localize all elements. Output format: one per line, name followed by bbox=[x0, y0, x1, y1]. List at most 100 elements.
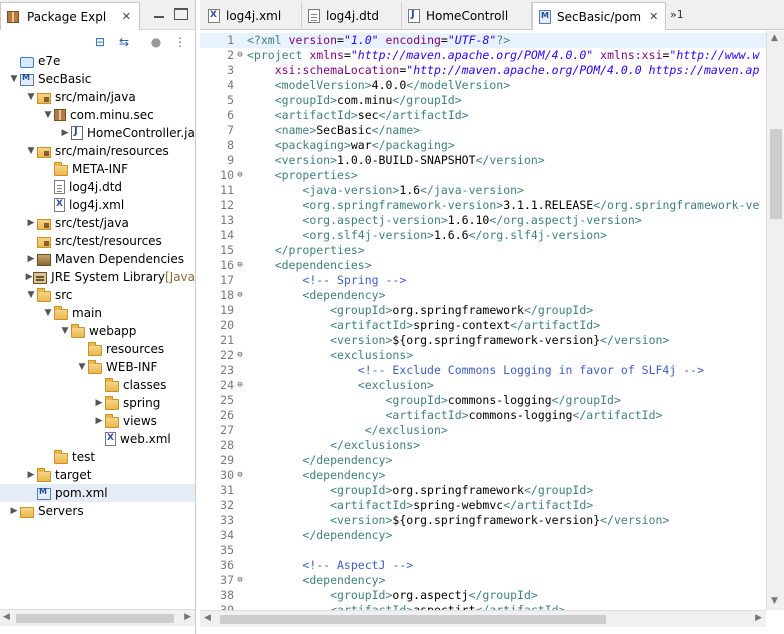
code-line[interactable]: 5 <groupId>com.minu</groupId> bbox=[200, 93, 766, 108]
expand-arrow-icon[interactable]: ▶ bbox=[25, 250, 37, 268]
tree-item[interactable]: ▶ views bbox=[0, 412, 195, 430]
code-line[interactable]: 33 <version>${org.springframework-versio… bbox=[200, 513, 766, 528]
fold-toggle-icon[interactable]: ⊖ bbox=[234, 288, 246, 303]
code-line[interactable]: 38 <groupId>org.aspectj</groupId> bbox=[200, 588, 766, 603]
tree-item[interactable]: ▼ src/main/resources bbox=[0, 142, 195, 160]
scroll-right-icon[interactable]: ▶ bbox=[755, 613, 762, 623]
code-line[interactable]: 12 <org.springframework-version>3.1.1.RE… bbox=[200, 198, 766, 213]
tree-item[interactable]: pom.xml bbox=[0, 484, 195, 502]
code-line[interactable]: 3 xsi:schemaLocation="http://maven.apach… bbox=[200, 63, 766, 78]
code-line[interactable]: 35 bbox=[200, 543, 766, 558]
code-line[interactable]: 37 ⊖ <dependency> bbox=[200, 573, 766, 588]
code-line[interactable]: 15 </properties> bbox=[200, 243, 766, 258]
expand-arrow-icon[interactable]: ▶ bbox=[8, 502, 20, 520]
editor-tab[interactable]: log4j.dtd bbox=[302, 2, 402, 30]
code-line[interactable]: 18 ⊖ <dependency> bbox=[200, 288, 766, 303]
fold-toggle-icon[interactable]: ⊖ bbox=[234, 378, 246, 393]
tree-item[interactable]: e7e bbox=[0, 52, 195, 70]
code-line[interactable]: 34 </dependency> bbox=[200, 528, 766, 543]
tree-item[interactable]: ▼ src/main/java bbox=[0, 88, 195, 106]
tree-item[interactable]: ▼ main bbox=[0, 304, 195, 322]
scrollbar-thumb[interactable] bbox=[770, 129, 782, 219]
code-line[interactable]: 39 <artifactId>aspectjrt</artifactId> bbox=[200, 603, 766, 610]
code-line[interactable]: 4 <modelVersion>4.0.0</modelVersion> bbox=[200, 78, 766, 93]
scroll-left-icon[interactable]: ◀ bbox=[3, 612, 10, 622]
explorer-horizontal-scrollbar[interactable]: ◀ ▶ bbox=[0, 609, 195, 626]
fold-toggle-icon[interactable]: ⊖ bbox=[234, 48, 246, 63]
tree-item[interactable]: META-INF bbox=[0, 160, 195, 178]
code-line[interactable]: 22 ⊖ <exclusions> bbox=[200, 348, 766, 363]
code-line[interactable]: 17 <!-- Spring --> bbox=[200, 273, 766, 288]
scroll-up-icon[interactable]: ▲ bbox=[771, 33, 778, 43]
collapse-all-icon[interactable]: ⊟ bbox=[92, 35, 108, 49]
link-with-editor-icon[interactable]: ⇆ bbox=[116, 35, 132, 49]
tree-item[interactable]: ▶ Servers bbox=[0, 502, 195, 520]
code-line[interactable]: 9 <version>1.0.0-BUILD-SNAPSHOT</version… bbox=[200, 153, 766, 168]
tree-item[interactable]: ▼ SecBasic bbox=[0, 70, 195, 88]
tree-item[interactable]: classes bbox=[0, 376, 195, 394]
code-line[interactable]: 23 <!-- Exclude Commons Logging in favor… bbox=[200, 363, 766, 378]
code-line[interactable]: 28 </exclusions> bbox=[200, 438, 766, 453]
code-line[interactable]: 16 ⊖ <dependencies> bbox=[200, 258, 766, 273]
close-icon[interactable]: ✕ bbox=[649, 10, 658, 23]
filter-icon[interactable]: ● bbox=[148, 35, 164, 49]
more-tabs-indicator[interactable]: »1 bbox=[670, 8, 684, 21]
scroll-left-icon[interactable]: ◀ bbox=[204, 613, 211, 623]
fold-toggle-icon[interactable]: ⊖ bbox=[234, 348, 246, 363]
tree-item[interactable]: ▶ spring bbox=[0, 394, 195, 412]
view-menu-icon[interactable]: ⋮ bbox=[172, 35, 188, 49]
tree-item[interactable]: ▶ src/test/java bbox=[0, 214, 195, 232]
scroll-right-icon[interactable]: ▶ bbox=[184, 612, 191, 622]
tree-item[interactable]: resources bbox=[0, 340, 195, 358]
scrollbar-thumb[interactable] bbox=[16, 614, 174, 623]
code-line[interactable]: 27 </exclusion> bbox=[200, 423, 766, 438]
code-line[interactable]: 25 <groupId>commons-logging</groupId> bbox=[200, 393, 766, 408]
collapse-arrow-icon[interactable]: ▼ bbox=[8, 70, 20, 88]
code-line[interactable]: 29 </dependency> bbox=[200, 453, 766, 468]
expand-arrow-icon[interactable]: ▶ bbox=[59, 124, 71, 142]
code-line[interactable]: 13 <org.aspectj-version>1.6.10</org.aspe… bbox=[200, 213, 766, 228]
code-line[interactable]: 31 <groupId>org.springframework</groupId… bbox=[200, 483, 766, 498]
code-line[interactable]: 26 <artifactId>commons-logging</artifact… bbox=[200, 408, 766, 423]
tree-item[interactable]: log4j.xml bbox=[0, 196, 195, 214]
scroll-down-icon[interactable]: ▼ bbox=[771, 596, 778, 606]
collapse-arrow-icon[interactable]: ▼ bbox=[25, 88, 37, 106]
code-line[interactable]: 10 ⊖ <properties> bbox=[200, 168, 766, 183]
code-editor[interactable]: 1 <?xml version="1.0" encoding="UTF-8"?> 2… bbox=[200, 31, 766, 610]
code-line[interactable]: 7 <name>SecBasic</name> bbox=[200, 123, 766, 138]
code-line[interactable]: 36 <!-- AspectJ --> bbox=[200, 558, 766, 573]
fold-toggle-icon[interactable]: ⊖ bbox=[234, 468, 246, 483]
tree-item[interactable]: ▼ com.minu.sec bbox=[0, 106, 195, 124]
scrollbar-thumb[interactable] bbox=[220, 615, 606, 624]
tree-item[interactable]: ▶ target bbox=[0, 466, 195, 484]
expand-arrow-icon[interactable]: ▶ bbox=[93, 394, 105, 412]
code-line[interactable]: 1 <?xml version="1.0" encoding="UTF-8"?> bbox=[200, 33, 766, 48]
fold-toggle-icon[interactable]: ⊖ bbox=[234, 168, 246, 183]
editor-vertical-scrollbar[interactable]: ▲ ▼ bbox=[766, 31, 784, 610]
fold-toggle-icon[interactable]: ⊖ bbox=[234, 573, 246, 588]
tree-item[interactable]: ▶ HomeController.ja bbox=[0, 124, 195, 142]
tree-item[interactable]: web.xml bbox=[0, 430, 195, 448]
editor-tab[interactable]: log4j.xml bbox=[202, 2, 302, 30]
code-line[interactable]: 24 ⊖ <exclusion> bbox=[200, 378, 766, 393]
tree-item[interactable]: log4j.dtd bbox=[0, 178, 195, 196]
tree-item[interactable]: ▼ WEB-INF bbox=[0, 358, 195, 376]
tab-package-explorer[interactable]: Package Expl ✕ bbox=[0, 2, 140, 30]
collapse-arrow-icon[interactable]: ▼ bbox=[42, 106, 54, 124]
code-line[interactable]: 11 <java-version>1.6</java-version> bbox=[200, 183, 766, 198]
fold-toggle-icon[interactable]: ⊖ bbox=[234, 258, 246, 273]
collapse-arrow-icon[interactable]: ▼ bbox=[42, 304, 54, 322]
code-line[interactable]: 6 <artifactId>sec</artifactId> bbox=[200, 108, 766, 123]
tree-item[interactable]: ▼ webapp bbox=[0, 322, 195, 340]
code-line[interactable]: 19 <groupId>org.springframework</groupId… bbox=[200, 303, 766, 318]
code-line[interactable]: 32 <artifactId>spring-webmvc</artifactId… bbox=[200, 498, 766, 513]
minimize-button[interactable] bbox=[152, 8, 166, 20]
code-line[interactable]: 30 ⊖ <dependency> bbox=[200, 468, 766, 483]
expand-arrow-icon[interactable]: ▶ bbox=[25, 268, 33, 286]
collapse-arrow-icon[interactable]: ▼ bbox=[25, 286, 37, 304]
maximize-button[interactable] bbox=[174, 8, 188, 20]
code-line[interactable]: 21 <version>${org.springframework-versio… bbox=[200, 333, 766, 348]
collapse-arrow-icon[interactable]: ▼ bbox=[59, 322, 71, 340]
editor-horizontal-scrollbar[interactable]: ◀ ▶ bbox=[200, 610, 766, 627]
collapse-arrow-icon[interactable]: ▼ bbox=[76, 358, 88, 376]
